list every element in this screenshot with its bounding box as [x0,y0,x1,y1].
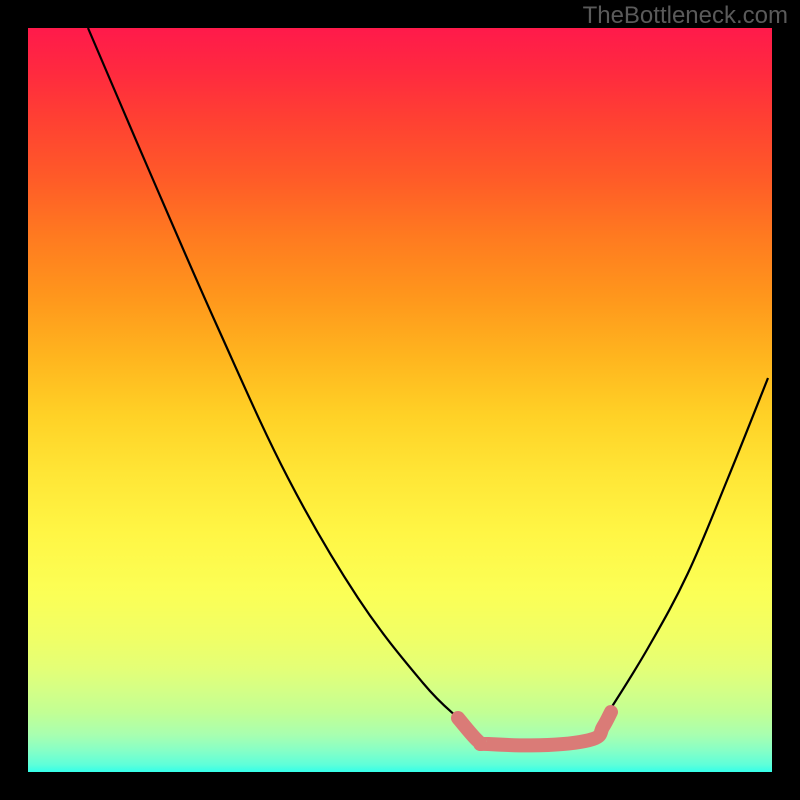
curve-group [88,28,768,745]
curve-overlay [0,0,800,800]
left-descending-curve [88,28,458,718]
optimal-band-highlight [458,712,611,745]
chart-stage: TheBottleneck.com [0,0,800,800]
right-ascending-curve [608,378,768,713]
